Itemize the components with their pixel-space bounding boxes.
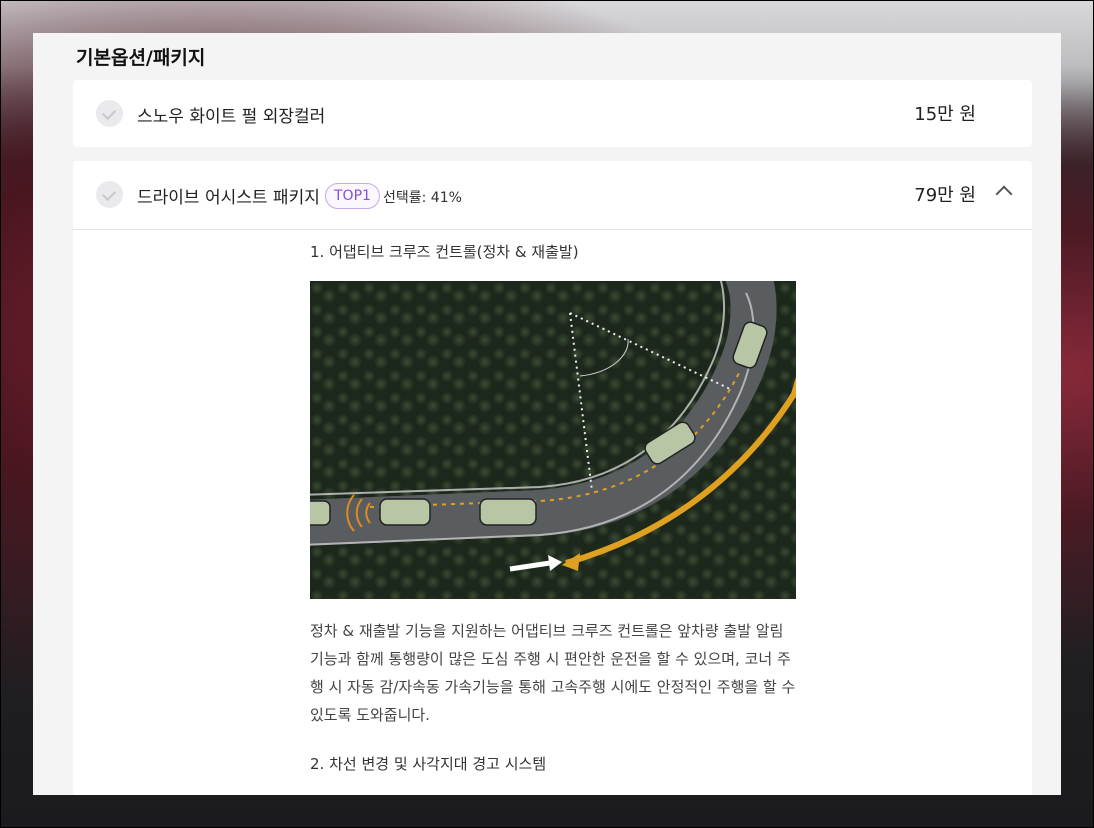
option-name: 드라이브 어시스트 패키지: [137, 188, 320, 208]
top-badge: TOP1: [325, 183, 380, 209]
feature-title: 2. 차선 변경 및 사각지대 경고 시스템: [310, 755, 547, 773]
option-card-exterior-color[interactable]: 스노우 화이트 펄 외장컬러 15만 원: [73, 80, 1032, 147]
option-card-drive-assist: 드라이브 어시스트 패키지 TOP1 선택률: 41% 79만 원 1. 어댑티…: [73, 161, 1032, 795]
feature-description: 정차 & 재출발 기능을 지원하는 어댑티브 크루즈 컨트롤은 앞차량 출발 알…: [310, 622, 796, 724]
option-name: 스노우 화이트 펄 외장컬러: [137, 107, 326, 127]
select-rate: 선택률: 41%: [383, 190, 462, 206]
options-panel: 기본옵션/패키지 스노우 화이트 펄 외장컬러 15만 원 드라이브 어시스트 …: [33, 33, 1061, 795]
option-row[interactable]: 스노우 화이트 펄 외장컬러 15만 원: [73, 80, 1032, 147]
adaptive-cruise-illustration: [310, 281, 796, 599]
option-price: 79만 원: [914, 185, 976, 206]
option-detail: 1. 어댑티브 크루즈 컨트롤(정차 & 재출발) 정차 & 재출발 기능을 지…: [310, 241, 796, 773]
feature-title: 1. 어댑티브 크루즈 컨트롤(정차 & 재출발): [310, 243, 579, 261]
check-icon[interactable]: [96, 100, 123, 127]
chevron-up-icon[interactable]: [995, 185, 1013, 203]
section-title: 기본옵션/패키지: [76, 47, 206, 69]
option-row[interactable]: 드라이브 어시스트 패키지 TOP1 선택률: 41% 79만 원: [73, 161, 1032, 230]
option-price: 15만 원: [914, 104, 976, 125]
check-icon[interactable]: [96, 181, 123, 208]
